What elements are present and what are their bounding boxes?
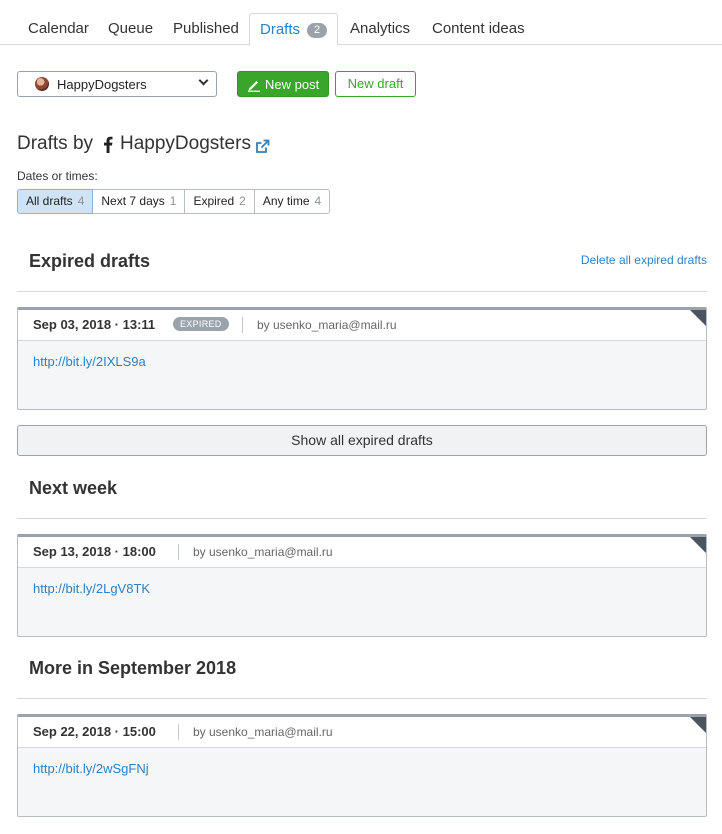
page-title-prefix: Drafts by [17,133,94,154]
filter-count: 4 [314,194,322,208]
chevron-down-icon [198,75,209,86]
filter-any-time[interactable]: Any time 4 [254,189,331,214]
new-post-label: New post [265,77,320,92]
card-corner [689,310,706,327]
draft-link[interactable]: http://bit.ly/2wSgFNj [33,761,149,776]
draft-author: by usenko_maria@mail.ru [193,725,333,739]
draft-date: Sep 22, 2018 · 15:00 [33,724,156,739]
header-separator [242,317,243,333]
filter-label-text: Any time [262,194,310,208]
section-title-expired: Expired drafts [29,251,151,271]
draft-date: Sep 03, 2018 · 13:11 [33,317,156,332]
filter-count: 2 [239,194,246,208]
filter-count: 4 [77,194,85,208]
draft-card[interactable]: Sep 22, 2018 · 15:00 by usenko_maria@mai… [17,714,707,817]
filter-next-7-days[interactable]: Next 7 days 1 [93,189,186,214]
draft-author: by usenko_maria@mail.ru [257,318,397,332]
tab-drafts[interactable]: Drafts 2 [249,13,339,46]
tab-analytics[interactable]: Analytics [350,0,410,45]
header-separator [178,724,179,740]
divider [17,698,707,699]
draft-link[interactable]: http://bit.ly/2IXLS9a [33,354,146,369]
date-filter-group: All drafts 4 Next 7 days 1 Expired 2 Any ti… [17,189,331,214]
filter-label-text: All drafts [26,194,73,208]
draft-author: by usenko_maria@mail.ru [193,545,333,559]
filter-all-drafts[interactable]: All drafts 4 [17,189,94,214]
draft-link[interactable]: http://bit.ly/2LgV8TK [33,581,150,596]
draft-card[interactable]: Sep 13, 2018 · 18:00 by usenko_maria@mai… [17,534,707,637]
header-separator [178,544,179,560]
avatar [35,77,49,91]
tab-published[interactable]: Published [173,0,239,45]
expired-badge: EXPIRED [173,317,229,331]
draft-date: Sep 13, 2018 · 18:00 [33,544,156,559]
filter-label-text: Expired [193,194,235,208]
external-link-icon[interactable] [255,139,270,154]
account-select[interactable]: HappyDogsters [17,71,217,97]
filter-count: 1 [169,194,177,208]
account-select-label: HappyDogsters [57,77,147,92]
section-title-next-week: Next week [29,478,118,498]
filter-label-text: Next 7 days [101,194,165,208]
tab-queue[interactable]: Queue [108,0,153,45]
divider [17,291,707,292]
pencil-icon [248,81,260,92]
new-draft-button[interactable]: New draft [335,71,416,97]
filter-expired[interactable]: Expired 2 [185,189,255,214]
draft-card-header: Sep 22, 2018 · 15:00 by usenko_maria@mai… [18,717,706,748]
facebook-icon [104,136,113,153]
new-post-button[interactable]: New post [237,71,329,97]
page-title-account: HappyDogsters [120,133,251,154]
delete-expired-link[interactable]: Delete all expired drafts [581,253,707,267]
card-corner [689,537,706,554]
tab-bar: Calendar Queue Published Drafts 2 Analyti… [0,0,722,46]
draft-card-header: Sep 13, 2018 · 18:00 by usenko_maria@mai… [18,537,706,568]
divider [17,518,707,519]
filter-label: Dates or times: [17,169,98,183]
tab-content-ideas[interactable]: Content ideas [432,0,525,45]
show-all-expired-button[interactable]: Show all expired drafts [17,425,707,456]
section-title-more-september: More in September 2018 [29,658,237,678]
draft-card[interactable]: Sep 03, 2018 · 13:11 EXPIRED by usenko_m… [17,307,707,410]
tab-calendar[interactable]: Calendar [28,0,89,45]
drafts-count-badge: 2 [307,23,328,38]
tab-drafts-label: Drafts [260,21,301,38]
draft-card-header: Sep 03, 2018 · 13:11 EXPIRED by usenko_m… [18,310,706,341]
card-corner [689,717,706,734]
